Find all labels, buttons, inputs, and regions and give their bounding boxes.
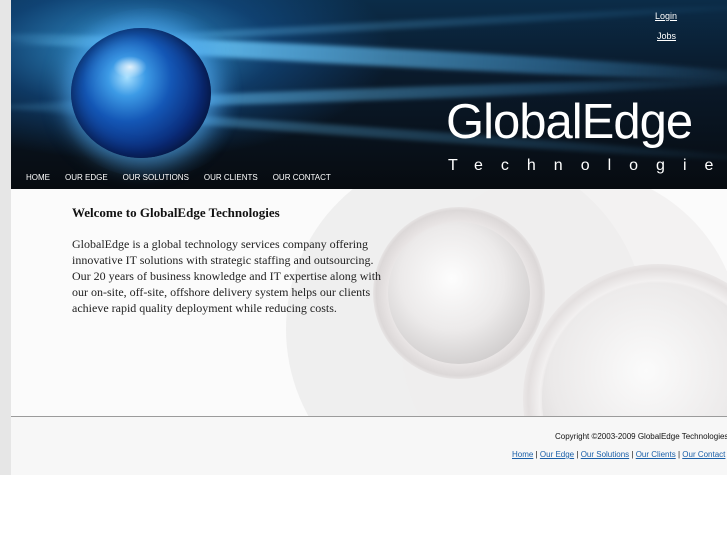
left-gutter bbox=[0, 0, 11, 475]
intro-paragraph: GlobalEdge is a global technology servic… bbox=[72, 237, 382, 315]
nav-our-contact[interactable]: OUR CONTACT bbox=[273, 173, 331, 182]
globe-orb-graphic bbox=[71, 28, 211, 158]
footer-separator: | bbox=[535, 450, 538, 459]
logo-wordmark: GlobalEdge bbox=[446, 95, 693, 149]
page-title: Welcome to GlobalEdge Technologies bbox=[72, 205, 280, 220]
main-nav: HOME OUR EDGE OUR SOLUTIONS OUR CLIENTS … bbox=[26, 173, 346, 182]
main-content: Welcome to GlobalEdge Technologies Globa… bbox=[11, 189, 727, 416]
nav-our-solutions[interactable]: OUR SOLUTIONS bbox=[123, 173, 189, 182]
footer-separator: | bbox=[677, 450, 681, 459]
footer-link-our-clients[interactable]: Our Clients bbox=[636, 450, 676, 459]
footer-link-our-solutions[interactable]: Our Solutions bbox=[581, 450, 629, 459]
copyright-text: Copyright ©2003-2009 GlobalEdge Technolo… bbox=[555, 432, 727, 441]
footer-links: Home | Our Edge | Our Solutions | Our Cl… bbox=[512, 450, 725, 459]
silver-ring-inner bbox=[388, 222, 530, 364]
footer-separator: | bbox=[576, 450, 579, 459]
page-wrapper: Login Jobs GlobalEdge Technologies HOME … bbox=[11, 0, 727, 475]
nav-home[interactable]: HOME bbox=[26, 173, 50, 182]
login-link[interactable]: Login bbox=[655, 11, 677, 21]
footer-separator: | bbox=[631, 450, 634, 459]
globe-highlight bbox=[113, 56, 147, 78]
footer-link-home[interactable]: Home bbox=[512, 450, 533, 459]
footer-link-our-edge[interactable]: Our Edge bbox=[540, 450, 574, 459]
nav-our-clients[interactable]: OUR CLIENTS bbox=[204, 173, 258, 182]
footer: Copyright ©2003-2009 GlobalEdge Technolo… bbox=[11, 417, 727, 475]
logo-tagline: Technologies bbox=[448, 157, 727, 174]
header-banner: Login Jobs GlobalEdge Technologies HOME … bbox=[11, 0, 727, 189]
footer-link-our-contact[interactable]: Our Contact bbox=[682, 450, 725, 459]
nav-our-edge[interactable]: OUR EDGE bbox=[65, 173, 108, 182]
jobs-link[interactable]: Jobs bbox=[657, 31, 676, 41]
